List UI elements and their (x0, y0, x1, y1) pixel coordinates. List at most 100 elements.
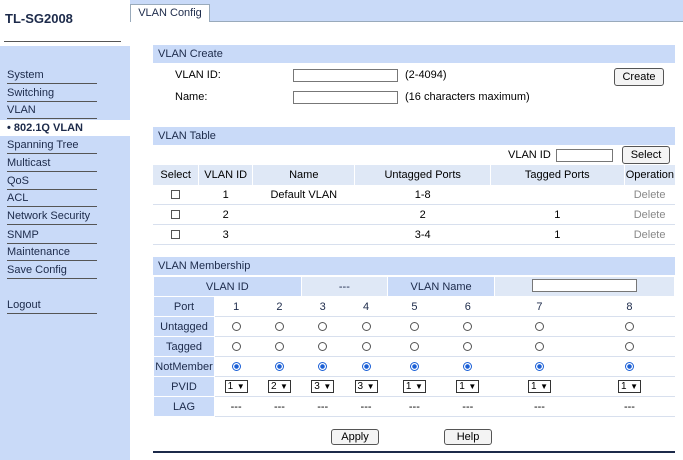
vlan-id-input[interactable] (293, 69, 398, 82)
row-select-checkbox[interactable] (171, 230, 181, 240)
untagged-radio[interactable] (274, 322, 284, 332)
col-operation: Operation (624, 165, 675, 185)
tagged-row: Tagged (153, 336, 676, 357)
sidebar-item-qos[interactable]: QoS (7, 173, 97, 190)
cell-select (153, 204, 199, 225)
sidebar-item-vlan[interactable]: VLAN (7, 102, 97, 119)
col-name: Name (252, 165, 356, 185)
port-row-label: Port (153, 296, 215, 317)
lag-cell: --- (257, 396, 302, 417)
untagged-cell (300, 316, 345, 337)
notmember-radio[interactable] (318, 362, 328, 372)
tagged-radio[interactable] (624, 342, 634, 352)
cell-tagged: 1 (490, 224, 625, 245)
port-number: 7 (494, 296, 585, 317)
sidebar-item-system[interactable]: System (7, 67, 97, 84)
untagged-radio[interactable] (624, 322, 634, 332)
notmember-radio[interactable] (361, 362, 371, 372)
apply-button[interactable]: Apply (331, 429, 379, 445)
chevron-down-icon: ▼ (323, 382, 332, 391)
pvid-select[interactable]: 1 ▼ (402, 380, 426, 393)
chevron-down-icon: ▼ (540, 382, 548, 391)
untagged-radio[interactable] (231, 322, 241, 332)
tagged-radio[interactable] (318, 342, 328, 352)
cell-vlan-id: 3 (198, 224, 253, 245)
tagged-radio[interactable] (274, 342, 284, 352)
vlan-name-input[interactable] (532, 278, 637, 292)
lag-cell: --- (343, 396, 389, 417)
pvid-select[interactable]: 1 ▼ (617, 380, 641, 393)
divider (4, 41, 121, 42)
cell-select (153, 185, 199, 205)
tagged-radio[interactable] (361, 342, 371, 352)
sidebar-item-spanning-tree[interactable]: Spanning Tree (7, 137, 97, 154)
sidebar-item-switching[interactable]: Switching (7, 85, 97, 102)
untagged-radio[interactable] (361, 322, 371, 332)
row-select-checkbox[interactable] (171, 210, 181, 220)
sidebar-item-network-security[interactable]: Network Security (7, 208, 97, 225)
tagged-radio[interactable] (409, 342, 419, 352)
tab-vlan-config[interactable]: VLAN Config (130, 4, 210, 22)
pvid-cell: 1 ▼ (583, 376, 676, 397)
pvid-select[interactable]: 3 ▼ (354, 380, 378, 393)
tagged-radio[interactable] (534, 342, 544, 352)
notmember-radio[interactable] (534, 362, 544, 372)
pvid-select[interactable]: 2 ▼ (267, 380, 291, 393)
delete-link[interactable]: Delete (624, 224, 675, 245)
tagged-radio[interactable] (463, 342, 473, 352)
port-number: 6 (440, 296, 496, 317)
notmember-radio[interactable] (463, 362, 473, 372)
untagged-radio[interactable] (463, 322, 473, 332)
table-row: 3 3-4 1 Delete (153, 224, 675, 245)
pvid-cell: 1 ▼ (213, 376, 259, 397)
notmember-radio[interactable] (409, 362, 419, 372)
notmember-cell (300, 356, 345, 377)
pvid-value: 1 (227, 381, 234, 392)
untagged-radio[interactable] (534, 322, 544, 332)
col-select: Select (153, 165, 200, 185)
delete-link[interactable]: Delete (624, 204, 675, 225)
col-tagged-ports: Tagged Ports (490, 165, 625, 185)
name-input[interactable] (293, 91, 398, 104)
chevron-down-icon: ▼ (630, 382, 638, 391)
pvid-select[interactable]: 1 ▼ (456, 380, 480, 393)
notmember-cell (213, 356, 259, 377)
sidebar-item-802-1q-vlan[interactable]: • 802.1Q VLAN (0, 120, 130, 136)
notmember-radio[interactable] (274, 362, 284, 372)
sidebar-item-multicast[interactable]: Multicast (7, 155, 97, 172)
name-label: Name: (175, 91, 208, 103)
pvid-select[interactable]: 3 ▼ (311, 380, 335, 393)
table-row: 1 Default VLAN 1-8 Delete (153, 185, 675, 205)
sidebar-item-acl[interactable]: ACL (7, 190, 97, 207)
pvid-row: PVID 1 ▼ 2 ▼ 3 ▼ 3 ▼ 1 ▼ 1 ▼ 1 ▼ 1 ▼ (153, 376, 676, 397)
divider (210, 21, 683, 22)
pvid-value: 3 (314, 381, 320, 392)
untagged-radio[interactable] (409, 322, 419, 332)
vlan-create-header: VLAN Create (153, 45, 675, 63)
sidebar-item-snmp[interactable]: SNMP (7, 227, 97, 244)
untagged-cell (213, 316, 259, 337)
pvid-select[interactable]: 1 ▼ (527, 380, 551, 393)
notmember-radio[interactable] (624, 362, 634, 372)
pvid-value: 3 (357, 381, 364, 392)
help-button[interactable]: Help (444, 429, 492, 445)
pvid-row-label: PVID (153, 376, 215, 397)
sidebar-item-maintenance[interactable]: Maintenance (7, 244, 97, 261)
untagged-radio[interactable] (318, 322, 328, 332)
pvid-cell: 1 ▼ (494, 376, 585, 397)
tagged-radio[interactable] (231, 342, 241, 352)
create-button[interactable]: Create (614, 68, 664, 86)
untagged-cell (257, 316, 302, 337)
pvid-cell: 3 ▼ (343, 376, 389, 397)
vlan-membership-table: VLAN ID --- VLAN Name Port 1 2 3 4 5 6 7 8 Untagg… (153, 276, 676, 417)
table-row: 2 2 1 Delete (153, 204, 675, 225)
vlan-id-search-input[interactable] (556, 149, 613, 162)
sidebar-item-logout[interactable]: Logout (7, 297, 97, 314)
select-button[interactable]: Select (622, 146, 670, 164)
row-select-checkbox[interactable] (171, 190, 181, 200)
chevron-down-icon: ▼ (280, 382, 288, 391)
pvid-select[interactable]: 1 ▼ (224, 380, 248, 393)
notmember-radio[interactable] (231, 362, 241, 372)
sidebar-item-save-config[interactable]: Save Config (7, 262, 97, 279)
delete-link[interactable]: Delete (624, 185, 675, 205)
